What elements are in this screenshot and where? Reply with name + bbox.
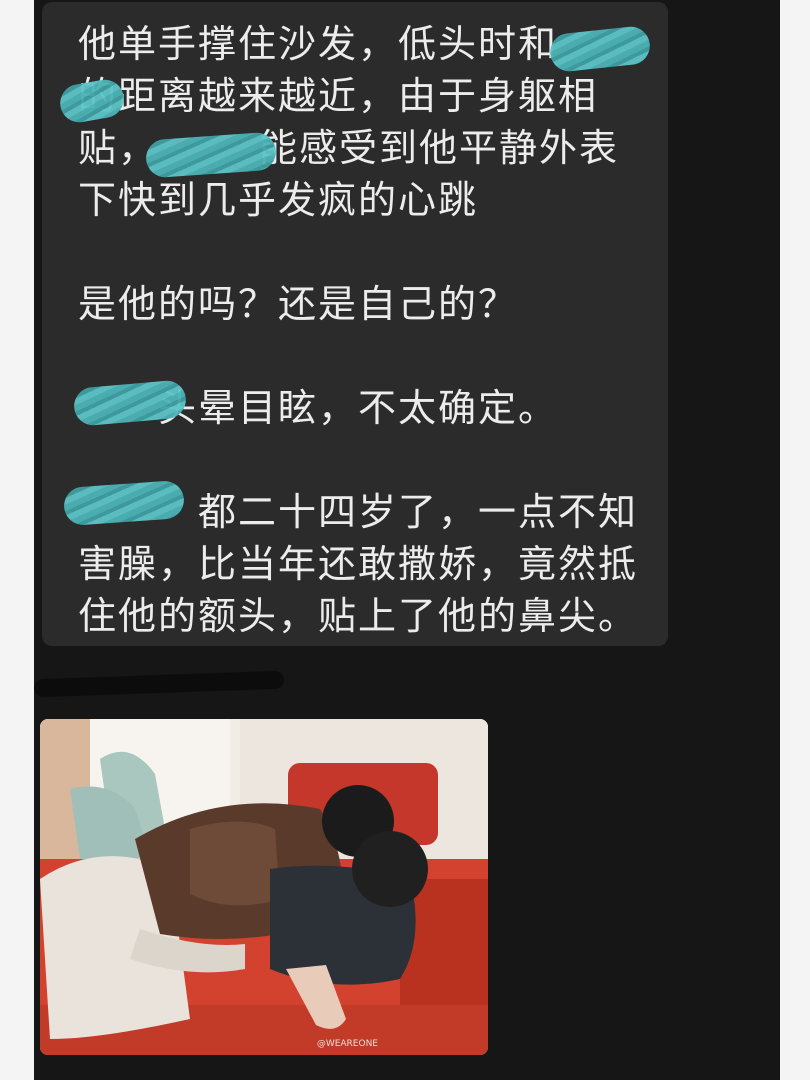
photo-watermark: @WEAREONE <box>316 1039 378 1049</box>
image-message[interactable]: @WEAREONE <box>40 719 488 1055</box>
chat-screen: 他单手撑住沙发，低头时和 的距离越来越近，由于身躯相 贴， 能感受到他平静外表 … <box>0 0 810 1080</box>
message-paragraph-2: 是他的吗？还是自己的？ <box>78 282 519 326</box>
chat-area[interactable]: 他单手撑住沙发，低头时和 的距离越来越近，由于身躯相 贴， 能感受到他平静外表 … <box>33 0 780 1080</box>
message-bubble[interactable]: 他单手撑住沙发，低头时和 的距离越来越近，由于身躯相 贴， 能感受到他平静外表 … <box>42 2 668 646</box>
photo-illustration <box>40 719 488 1055</box>
redaction-scribble <box>33 670 285 698</box>
right-border <box>780 0 810 1080</box>
left-border <box>0 0 34 1080</box>
